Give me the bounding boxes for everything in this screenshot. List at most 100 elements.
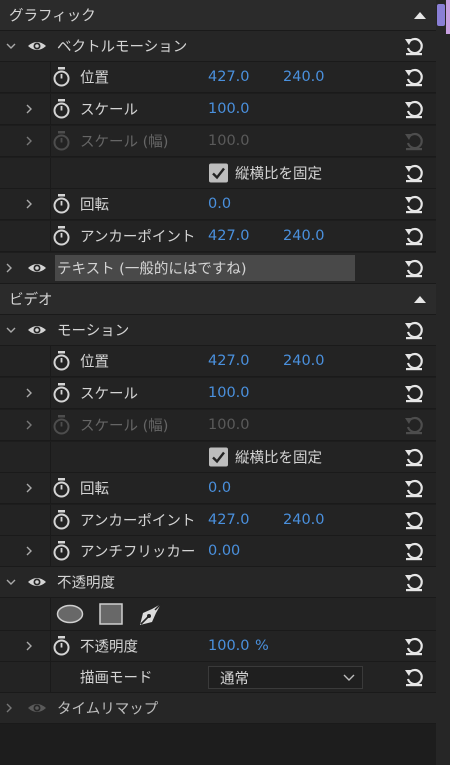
position-x-value[interactable]: 427.0	[208, 69, 250, 85]
reset-icon[interactable]	[404, 351, 424, 371]
position-y-value[interactable]: 240.0	[283, 69, 325, 85]
property-label: スケール	[80, 102, 138, 119]
reset-icon[interactable]	[404, 67, 424, 87]
rectangle-mask-icon[interactable]	[99, 603, 123, 625]
anchor-x-value[interactable]: 427.0	[208, 228, 250, 244]
reset-icon[interactable]	[404, 510, 424, 530]
chevron-right-icon[interactable]	[23, 198, 35, 210]
eye-icon[interactable]	[27, 575, 47, 589]
reset-icon[interactable]	[404, 667, 424, 687]
scrollbar-thumb[interactable]	[437, 4, 445, 26]
row-divider	[50, 536, 51, 566]
stopwatch-icon[interactable]	[52, 383, 71, 403]
property-row-anchor-point: アンカーポイント 427.0 240.0	[0, 221, 436, 252]
anti-flicker-value[interactable]: 0.00	[208, 543, 240, 559]
effect-text-layer[interactable]: テキスト (一般的にはですね)	[0, 253, 436, 284]
property-label: 不透明度	[80, 639, 138, 656]
effect-motion[interactable]: モーション	[0, 315, 436, 346]
chevron-down-icon[interactable]	[5, 40, 17, 52]
chevron-down-icon[interactable]	[5, 324, 17, 336]
chevron-right-icon[interactable]	[23, 545, 35, 557]
eye-icon[interactable]	[27, 323, 47, 337]
anchor-y-value[interactable]: 240.0	[283, 228, 325, 244]
property-row-uniform-scale: 縦横比を固定	[0, 158, 436, 189]
position-y-value[interactable]: 240.0	[283, 353, 325, 369]
anchor-y-value[interactable]: 240.0	[283, 512, 325, 528]
section-header-graphics[interactable]: グラフィック	[0, 0, 436, 31]
row-divider	[50, 378, 51, 408]
reset-icon[interactable]	[404, 541, 424, 561]
reset-icon[interactable]	[404, 636, 424, 656]
chevron-down-icon[interactable]	[5, 576, 17, 588]
property-label: 回転	[80, 197, 109, 214]
reset-icon[interactable]	[404, 258, 424, 278]
property-label: アンカーポイント	[80, 229, 196, 246]
reset-icon[interactable]	[404, 447, 424, 467]
dropdown-arrow-icon	[343, 674, 355, 681]
rotation-value[interactable]: 0.0	[208, 480, 231, 496]
effect-time-remap[interactable]: タイムリマップ	[0, 693, 436, 724]
chevron-right-icon[interactable]	[23, 387, 35, 399]
collapse-up-icon[interactable]	[412, 294, 428, 304]
property-label: 位置	[80, 354, 109, 371]
uniform-scale-checkbox[interactable]	[209, 163, 228, 183]
effect-opacity[interactable]: 不透明度	[0, 567, 436, 598]
anchor-x-value[interactable]: 427.0	[208, 512, 250, 528]
chevron-right-icon[interactable]	[23, 640, 35, 652]
rotation-value[interactable]: 0.0	[208, 196, 231, 212]
chevron-right-icon[interactable]	[23, 103, 35, 115]
mask-tools-row	[0, 598, 436, 631]
reset-icon[interactable]	[404, 383, 424, 403]
checkbox-checked-icon	[212, 167, 225, 180]
opacity-value[interactable]: 100.0	[208, 638, 250, 654]
chevron-right-icon[interactable]	[23, 135, 35, 147]
scale-value[interactable]: 100.0	[208, 385, 250, 401]
section-header-video[interactable]: ビデオ	[0, 284, 436, 315]
chevron-right-icon[interactable]	[23, 482, 35, 494]
property-label: アンカーポイント	[80, 513, 196, 530]
property-row-scale: スケール 100.0	[0, 94, 436, 125]
blend-mode-dropdown[interactable]: 通常	[208, 666, 363, 689]
section-title-graphics: グラフィック	[9, 8, 96, 25]
collapse-up-icon[interactable]	[412, 10, 428, 20]
stopwatch-icon[interactable]	[52, 478, 71, 498]
reset-icon[interactable]	[404, 478, 424, 498]
reset-icon[interactable]	[404, 320, 424, 340]
stopwatch-icon[interactable]	[52, 510, 71, 530]
ellipse-mask-icon[interactable]	[56, 604, 84, 624]
effect-title-time-remap: タイムリマップ	[57, 701, 159, 718]
stopwatch-icon[interactable]	[52, 194, 71, 214]
property-row-position: 位置 427.0 240.0	[0, 346, 436, 377]
chevron-right-icon[interactable]	[23, 419, 35, 431]
effect-vector-motion[interactable]: ベクトルモーション	[0, 31, 436, 62]
chevron-right-icon[interactable]	[3, 702, 15, 714]
stopwatch-icon[interactable]	[52, 226, 71, 246]
stopwatch-icon[interactable]	[52, 351, 71, 371]
reset-icon[interactable]	[404, 36, 424, 56]
reset-icon[interactable]	[404, 194, 424, 214]
stopwatch-icon[interactable]	[52, 636, 71, 656]
eye-icon[interactable]	[27, 261, 47, 275]
property-label: 回転	[80, 481, 109, 498]
scrollbar-track[interactable]	[436, 0, 450, 765]
row-divider	[50, 346, 51, 376]
stopwatch-icon[interactable]	[52, 67, 71, 87]
uniform-scale-checkbox[interactable]	[209, 447, 228, 467]
reset-icon[interactable]	[404, 226, 424, 246]
stopwatch-icon[interactable]	[52, 541, 71, 561]
chevron-right-icon[interactable]	[3, 262, 15, 274]
position-x-value[interactable]: 427.0	[208, 353, 250, 369]
scale-value[interactable]: 100.0	[208, 101, 250, 117]
property-label: スケール (幅)	[80, 134, 169, 151]
stopwatch-icon[interactable]	[52, 99, 71, 119]
section-title-video: ビデオ	[9, 292, 53, 309]
reset-icon[interactable]	[404, 163, 424, 183]
row-divider	[50, 473, 51, 503]
property-label: 描画モード	[80, 670, 153, 687]
property-row-blend-mode: 描画モード 通常	[0, 662, 436, 693]
row-divider	[50, 94, 51, 124]
reset-icon[interactable]	[404, 572, 424, 592]
eye-icon[interactable]	[27, 39, 47, 53]
pen-mask-icon[interactable]	[139, 602, 163, 626]
reset-icon[interactable]	[404, 99, 424, 119]
